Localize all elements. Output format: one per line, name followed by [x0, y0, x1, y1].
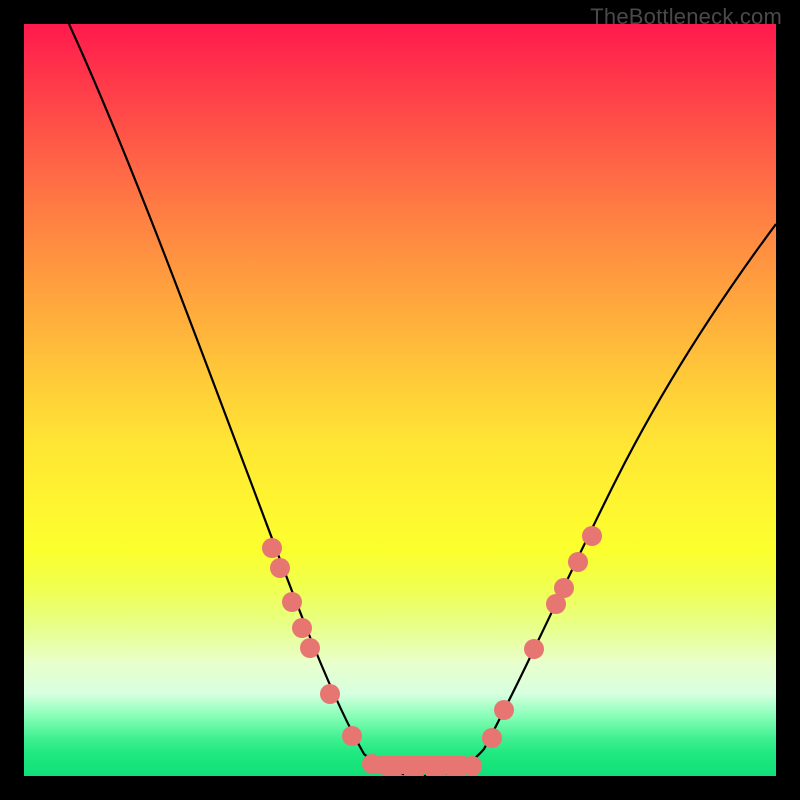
watermark-text: TheBottleneck.com	[590, 4, 782, 30]
marker-point	[494, 700, 514, 720]
marker-point	[554, 578, 574, 598]
chart-frame: TheBottleneck.com	[0, 0, 800, 800]
marker-point	[262, 538, 282, 558]
marker-point	[270, 558, 290, 578]
marker-group	[262, 526, 602, 776]
marker-point	[342, 726, 362, 746]
bottleneck-curve-path	[69, 24, 776, 776]
marker-point	[482, 728, 502, 748]
marker-point	[582, 526, 602, 546]
plot-area	[24, 24, 776, 776]
marker-point	[462, 756, 482, 776]
marker-point	[320, 684, 340, 704]
marker-point	[282, 592, 302, 612]
marker-point	[524, 639, 544, 659]
bottleneck-curve-svg	[24, 24, 776, 776]
marker-point	[300, 638, 320, 658]
marker-point	[292, 618, 312, 638]
marker-point	[568, 552, 588, 572]
